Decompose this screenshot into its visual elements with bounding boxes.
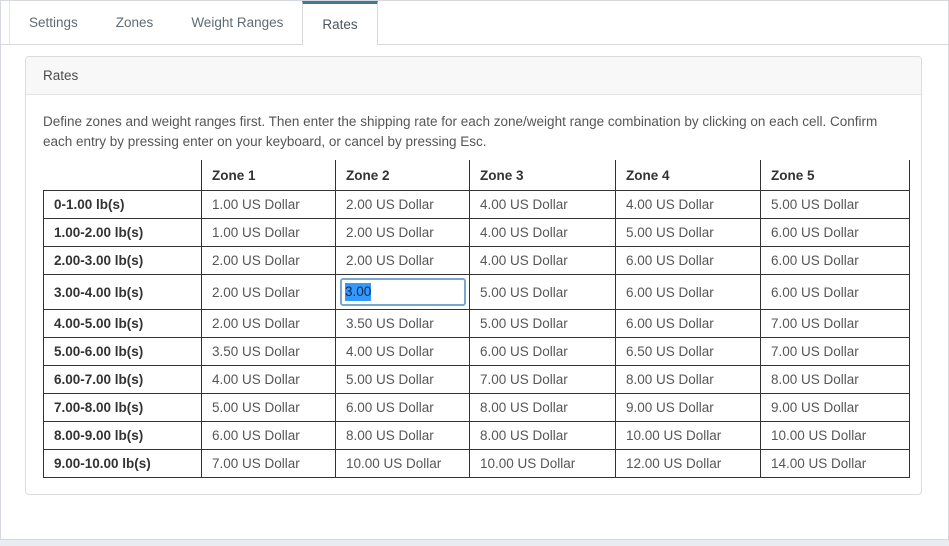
rate-cell[interactable]: 8.00 US Dollar	[470, 394, 616, 422]
tab-bar: Settings Zones Weight Ranges Rates	[1, 1, 948, 45]
rate-row: 8.00-9.00 lb(s)6.00 US Dollar8.00 US Dol…	[44, 422, 910, 450]
rate-cell[interactable]: 12.00 US Dollar	[616, 450, 761, 478]
tab-zones-label: Zones	[116, 15, 154, 30]
rate-cell[interactable]: 2.00 US Dollar	[336, 219, 470, 247]
rate-input-selected-text: 3.00	[345, 283, 371, 301]
zone-column-header-3: Zone 3	[470, 160, 616, 191]
rate-cell[interactable]: 5.00 US Dollar	[336, 366, 470, 394]
rate-cell[interactable]: 3.50 US Dollar	[202, 338, 336, 366]
rate-cell[interactable]: 8.00 US Dollar	[470, 422, 616, 450]
rate-cell[interactable]: 3.50 US Dollar	[336, 310, 470, 338]
rate-cell[interactable]: 5.00 US Dollar	[470, 310, 616, 338]
rate-cell[interactable]: 6.00 US Dollar	[616, 275, 761, 310]
rate-cell[interactable]: 4.00 US Dollar	[616, 191, 761, 219]
rates-table-head: Zone 1Zone 2Zone 3Zone 4Zone 5	[44, 160, 910, 191]
rate-cell[interactable]: 7.00 US Dollar	[470, 366, 616, 394]
rate-cell[interactable]: 5.00 US Dollar	[616, 219, 761, 247]
corner-header	[44, 160, 202, 191]
rate-cell[interactable]: 7.00 US Dollar	[202, 450, 336, 478]
tab-rates[interactable]: Rates	[302, 1, 377, 45]
zone-column-header-2: Zone 2	[336, 160, 470, 191]
rate-cell[interactable]: 8.00 US Dollar	[336, 422, 470, 450]
rates-table-body: 0-1.00 lb(s)1.00 US Dollar2.00 US Dollar…	[44, 191, 910, 478]
rate-row: 3.00-4.00 lb(s)2.00 US Dollar 3.00 5.00 US…	[44, 275, 910, 310]
weight-range-label: 9.00-10.00 lb(s)	[44, 450, 202, 478]
rate-cell[interactable]: 4.00 US Dollar	[202, 366, 336, 394]
panel-body: Define zones and weight ranges first. Th…	[26, 95, 921, 494]
rate-cell[interactable]: 6.00 US Dollar	[202, 422, 336, 450]
weight-range-label: 4.00-5.00 lb(s)	[44, 310, 202, 338]
rate-cell[interactable]: 6.00 US Dollar	[761, 275, 910, 310]
header-row: Zone 1Zone 2Zone 3Zone 4Zone 5	[44, 160, 910, 191]
rate-cell[interactable]: 6.00 US Dollar	[761, 219, 910, 247]
rate-cell[interactable]: 9.00 US Dollar	[616, 394, 761, 422]
rate-cell[interactable]: 14.00 US Dollar	[761, 450, 910, 478]
rate-cell[interactable]: 6.00 US Dollar	[616, 310, 761, 338]
rate-cell[interactable]: 6.00 US Dollar	[761, 247, 910, 275]
rate-row: 1.00-2.00 lb(s)1.00 US Dollar2.00 US Dol…	[44, 219, 910, 247]
rate-cell[interactable]: 2.00 US Dollar	[202, 275, 336, 310]
rate-cell-editing: 3.00	[336, 275, 470, 310]
rate-row: 9.00-10.00 lb(s)7.00 US Dollar10.00 US D…	[44, 450, 910, 478]
rates-panel: Rates Define zones and weight ranges fir…	[25, 56, 922, 495]
rate-cell[interactable]: 4.00 US Dollar	[470, 219, 616, 247]
tab-rates-label: Rates	[322, 17, 357, 32]
shipping-method-editor: Settings Zones Weight Ranges Rates Rates…	[0, 0, 949, 540]
zone-column-header-5: Zone 5	[761, 160, 910, 191]
rate-cell[interactable]: 4.00 US Dollar	[470, 247, 616, 275]
panel-title: Rates	[26, 57, 921, 95]
rate-cell[interactable]: 1.00 US Dollar	[202, 219, 336, 247]
weight-range-label: 3.00-4.00 lb(s)	[44, 275, 202, 310]
weight-range-label: 5.00-6.00 lb(s)	[44, 338, 202, 366]
zone-column-header-4: Zone 4	[616, 160, 761, 191]
rate-cell[interactable]: 7.00 US Dollar	[761, 310, 910, 338]
rate-cell[interactable]: 2.00 US Dollar	[336, 247, 470, 275]
rate-cell[interactable]: 4.00 US Dollar	[336, 338, 470, 366]
rate-cell[interactable]: 2.00 US Dollar	[202, 310, 336, 338]
tab-weight-ranges-label: Weight Ranges	[191, 15, 283, 30]
rate-input[interactable]: 3.00	[340, 278, 466, 306]
weight-range-label: 7.00-8.00 lb(s)	[44, 394, 202, 422]
rate-row: 6.00-7.00 lb(s)4.00 US Dollar5.00 US Dol…	[44, 366, 910, 394]
weight-range-label: 6.00-7.00 lb(s)	[44, 366, 202, 394]
rate-row: 0-1.00 lb(s)1.00 US Dollar2.00 US Dollar…	[44, 191, 910, 219]
rates-table: Zone 1Zone 2Zone 3Zone 4Zone 5 0-1.00 lb…	[43, 160, 910, 478]
rate-cell[interactable]: 10.00 US Dollar	[336, 450, 470, 478]
rate-cell[interactable]: 10.00 US Dollar	[616, 422, 761, 450]
rate-cell[interactable]: 7.00 US Dollar	[761, 338, 910, 366]
tab-weight-ranges[interactable]: Weight Ranges	[172, 1, 302, 44]
rate-cell[interactable]: 6.50 US Dollar	[616, 338, 761, 366]
rate-cell[interactable]: 6.00 US Dollar	[470, 338, 616, 366]
rate-cell[interactable]: 2.00 US Dollar	[336, 191, 470, 219]
rate-cell[interactable]: 1.00 US Dollar	[202, 191, 336, 219]
rate-cell[interactable]: 6.00 US Dollar	[616, 247, 761, 275]
rate-row: 7.00-8.00 lb(s)5.00 US Dollar6.00 US Dol…	[44, 394, 910, 422]
tab-settings-label: Settings	[29, 15, 78, 30]
tab-settings[interactable]: Settings	[9, 1, 97, 44]
rate-row: 5.00-6.00 lb(s)3.50 US Dollar4.00 US Dol…	[44, 338, 910, 366]
rate-cell[interactable]: 6.00 US Dollar	[336, 394, 470, 422]
rate-cell[interactable]: 5.00 US Dollar	[761, 191, 910, 219]
rate-cell[interactable]: 5.00 US Dollar	[470, 275, 616, 310]
weight-range-label: 2.00-3.00 lb(s)	[44, 247, 202, 275]
rate-cell[interactable]: 4.00 US Dollar	[470, 191, 616, 219]
rate-cell[interactable]: 10.00 US Dollar	[761, 422, 910, 450]
rate-row: 2.00-3.00 lb(s)2.00 US Dollar2.00 US Dol…	[44, 247, 910, 275]
zone-column-header-1: Zone 1	[202, 160, 336, 191]
tab-zones[interactable]: Zones	[97, 1, 173, 44]
rate-cell[interactable]: 5.00 US Dollar	[202, 394, 336, 422]
rate-cell[interactable]: 9.00 US Dollar	[761, 394, 910, 422]
rate-cell[interactable]: 8.00 US Dollar	[761, 366, 910, 394]
weight-range-label: 0-1.00 lb(s)	[44, 191, 202, 219]
rate-cell[interactable]: 10.00 US Dollar	[470, 450, 616, 478]
rate-cell[interactable]: 2.00 US Dollar	[202, 247, 336, 275]
weight-range-label: 8.00-9.00 lb(s)	[44, 422, 202, 450]
rate-cell[interactable]: 8.00 US Dollar	[616, 366, 761, 394]
weight-range-label: 1.00-2.00 lb(s)	[44, 219, 202, 247]
rate-row: 4.00-5.00 lb(s)2.00 US Dollar3.50 US Dol…	[44, 310, 910, 338]
rates-description: Define zones and weight ranges first. Th…	[43, 112, 909, 152]
